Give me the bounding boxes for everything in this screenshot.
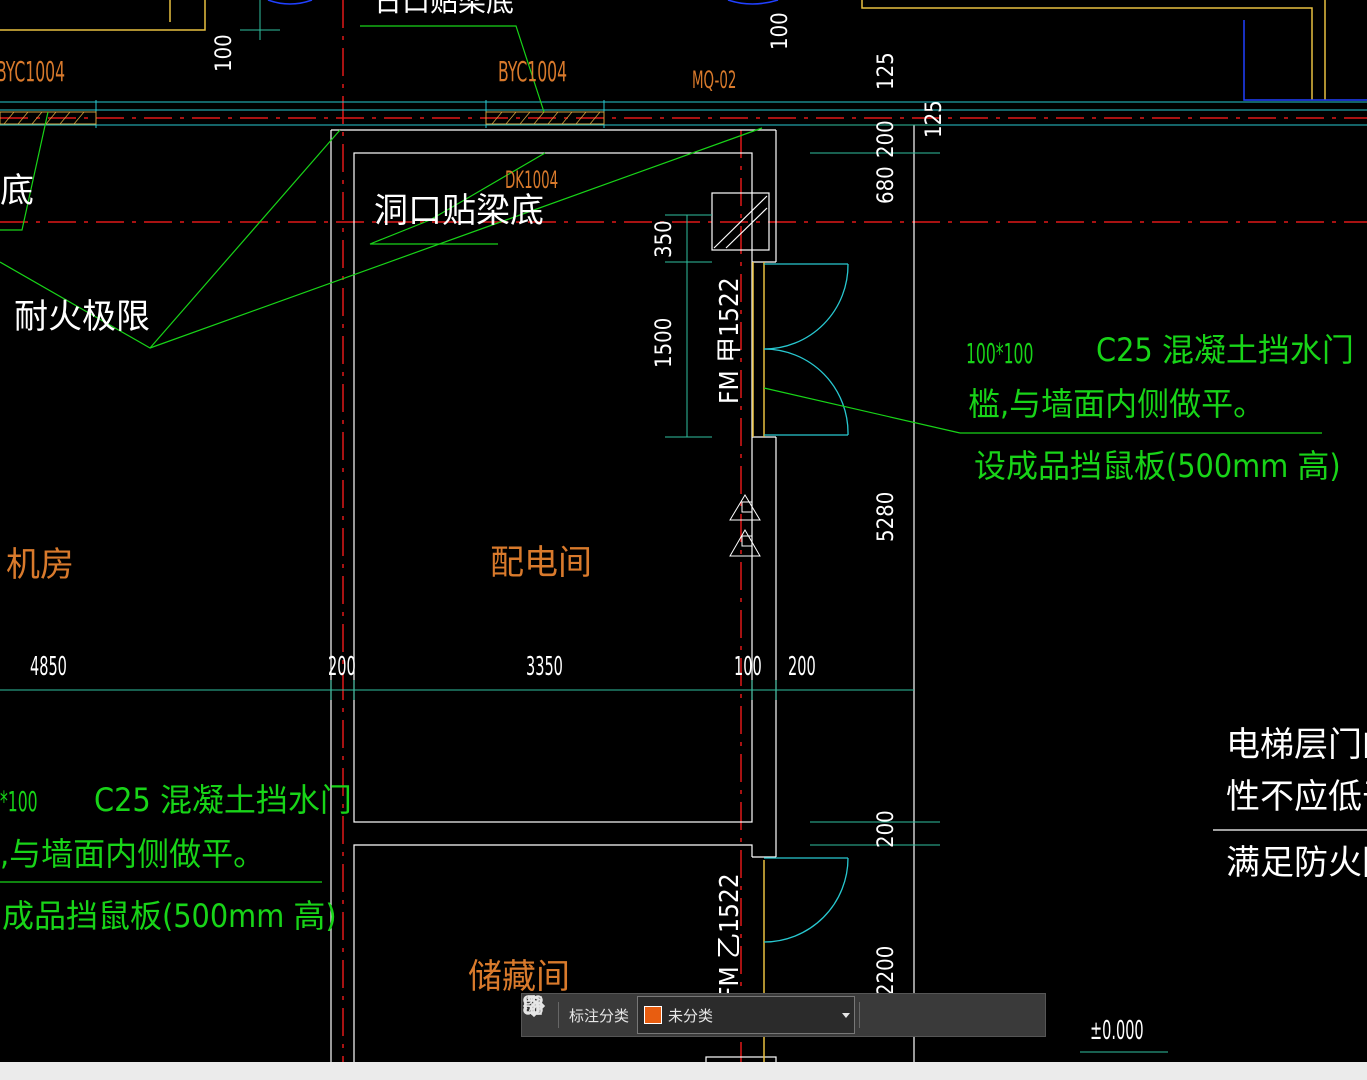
chevron-down-icon	[842, 1013, 851, 1018]
dim-v-200-a: 200	[874, 120, 899, 158]
paste-icon[interactable]	[524, 995, 992, 1031]
dim-v-1500: 1500	[652, 317, 677, 368]
door-fm-yi-label: FM 乙1522	[715, 873, 745, 1000]
dim-200-b: 200	[788, 652, 816, 682]
note-right-line2: 槛,与墙面内侧做平。	[968, 385, 1266, 423]
category-color-swatch	[644, 1006, 663, 1024]
dim-v-125-b: 125	[922, 100, 947, 138]
elevator-note-3: 满足防火防	[1226, 843, 1367, 883]
label-opening: 洞口贴梁底	[374, 191, 544, 231]
label-dk: DK1004	[505, 166, 559, 194]
door-fm-jia-label: FM 甲1522	[715, 277, 745, 404]
toolbar-divider	[859, 1002, 861, 1028]
move-icon[interactable]	[522, 994, 928, 1031]
label-byc-center: BYC1004	[498, 55, 568, 88]
note-left-line1: C25 混凝土挡水门	[94, 781, 352, 819]
elevator-note-1: 电梯层门的	[1226, 725, 1367, 765]
elevator-note-2: 性不应低于	[1226, 777, 1367, 817]
room-left-label: 机房	[6, 545, 74, 585]
dim-v-5280: 5280	[874, 491, 899, 542]
dim-v-200-b: 200	[874, 810, 899, 848]
dim-200-a: 200	[328, 652, 356, 682]
note-right-size: 100*100	[966, 337, 1034, 370]
label-left-di: 底	[0, 171, 34, 211]
dim-4850: 4850	[30, 652, 67, 682]
label-byc-left: BYC1004	[0, 55, 66, 88]
status-bar	[0, 1062, 1367, 1080]
annotation-toolbar: 标注分类 未分类	[521, 993, 1046, 1037]
label-mq: MQ-02	[692, 66, 737, 94]
label-fire-limit: 耐火极限	[14, 297, 150, 337]
label-top-clipped: 日口贴梁底	[374, 0, 515, 18]
dim-v-2200: 2200	[874, 945, 899, 996]
category-label: 标注分类	[569, 1006, 630, 1025]
note-left-line2: ,与墙面内侧做平。	[0, 835, 266, 873]
dim-100: 100	[734, 652, 762, 682]
dim-3350: 3350	[526, 652, 563, 682]
dim-v-350: 350	[652, 220, 677, 258]
note-left-line3: 成品挡鼠板(500mm 高)	[2, 897, 337, 935]
category-value: 未分类	[668, 1006, 714, 1025]
drawing-canvas[interactable]: 日口贴梁底 BYC1004 BYC1004 MQ-02 DK1004 洞口贴梁底…	[0, 0, 1367, 1062]
dim-v-100-a: 100	[212, 34, 237, 72]
dim-v-680: 680	[874, 166, 899, 204]
level-mark: ±0.000	[1090, 1016, 1144, 1046]
note-left-size: *100	[0, 785, 38, 818]
dim-v-125-a: 125	[874, 52, 899, 90]
toolbar-divider	[558, 1002, 559, 1028]
room-power-label: 配电间	[490, 543, 592, 583]
note-right-line3: 设成品挡鼠板(500mm 高)	[974, 447, 1341, 485]
edit-icon[interactable]	[525, 997, 896, 1031]
room-storage-label: 储藏间	[468, 957, 570, 997]
category-select[interactable]: 未分类	[637, 996, 856, 1034]
note-right-line1: C25 混凝土挡水门	[1096, 331, 1354, 369]
dim-v-100-b: 100	[768, 12, 793, 50]
copy-icon[interactable]	[524, 996, 960, 1031]
